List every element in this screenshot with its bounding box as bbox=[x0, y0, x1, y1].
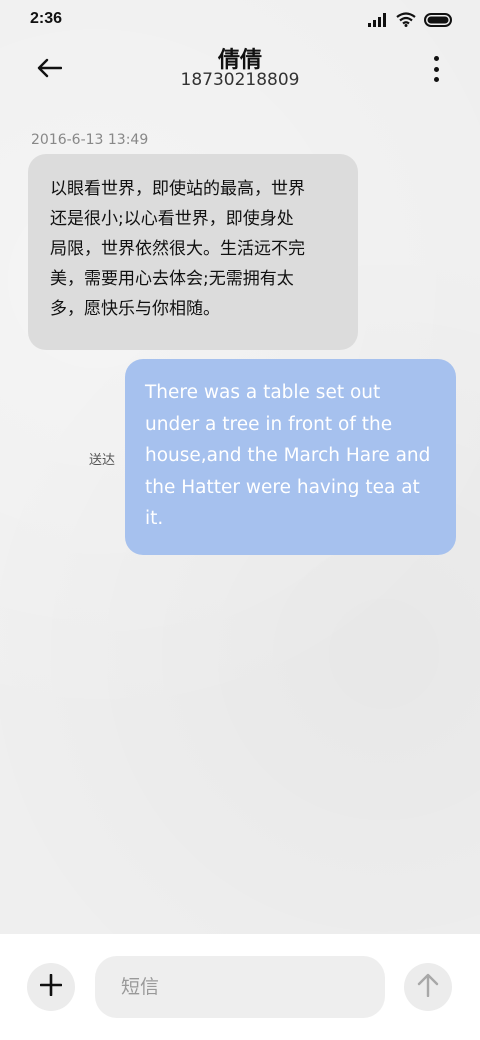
conversation-header: 倩倩 18730218809 bbox=[0, 42, 480, 104]
message-line: 以眼看世界，即使站的最高，世界 bbox=[50, 179, 305, 199]
send-arrow-up-icon bbox=[417, 973, 439, 1001]
more-vertical-icon-dot bbox=[433, 56, 439, 61]
message-line: house,and the March Hare and bbox=[145, 445, 431, 466]
add-attachment-button[interactable] bbox=[27, 963, 75, 1011]
status-icons bbox=[368, 12, 454, 27]
more-options-button[interactable] bbox=[428, 56, 444, 82]
message-input[interactable] bbox=[95, 956, 385, 1018]
battery-icon bbox=[424, 12, 454, 27]
delivery-status: 送达 bbox=[89, 453, 116, 468]
message-timestamp: 2016-6-13 13:49 bbox=[31, 132, 149, 148]
message-line: 还是很小;以心看世界，即使身处 bbox=[50, 209, 294, 229]
message-line: 局限，世界依然很大。生活远不完 bbox=[50, 239, 305, 259]
message-line: it. bbox=[145, 508, 164, 529]
status-bar: 2:36 bbox=[0, 0, 480, 42]
message-line: under a tree in front of the bbox=[145, 413, 393, 435]
status-time: 2:36 bbox=[30, 10, 63, 27]
send-button[interactable] bbox=[404, 963, 452, 1011]
contact-phone-number: 18730218809 bbox=[180, 70, 300, 90]
message-line: 多，愿快乐与你相随。 bbox=[50, 299, 220, 319]
plus-icon bbox=[39, 973, 63, 1000]
wifi-icon bbox=[396, 12, 416, 27]
message-line: There was a table set out bbox=[145, 382, 381, 403]
message-line: 美，需要用心去体会;无需拥有太 bbox=[50, 269, 294, 289]
more-vertical-icon-dot bbox=[433, 77, 439, 82]
message-line: the Hatter were having tea at bbox=[145, 476, 420, 498]
signal-icon bbox=[368, 12, 388, 27]
incoming-message-bubble[interactable]: 以眼看世界，即使站的最高，世界 还是很小;以心看世界，即使身处 局限，世界依然很… bbox=[28, 154, 358, 350]
message-composer bbox=[0, 934, 480, 1040]
outgoing-message-bubble[interactable]: There was a table set out under a tree i… bbox=[125, 359, 456, 555]
more-vertical-icon-dot bbox=[433, 66, 439, 72]
